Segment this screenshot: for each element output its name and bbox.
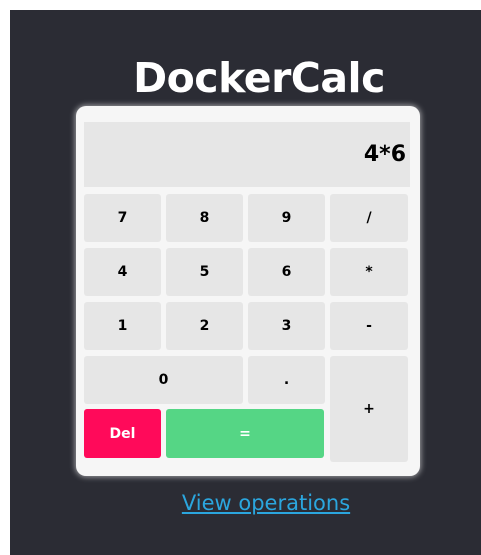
equals-button[interactable]: = xyxy=(166,409,324,458)
key-add[interactable]: + xyxy=(330,356,408,462)
calculator-display: 4*6 xyxy=(84,122,410,187)
key-2[interactable]: 2 xyxy=(166,302,243,350)
app-title: DockerCalc xyxy=(133,54,385,102)
key-8[interactable]: 8 xyxy=(166,194,243,242)
key-subtract[interactable]: - xyxy=(330,302,408,350)
key-multiply[interactable]: * xyxy=(330,248,408,296)
delete-button[interactable]: Del xyxy=(84,409,161,458)
key-decimal[interactable]: . xyxy=(248,356,325,404)
key-4[interactable]: 4 xyxy=(84,248,161,296)
app-window: DockerCalc 4*6 7 8 9 / 4 5 6 * 1 2 3 - 0… xyxy=(10,10,481,555)
key-3[interactable]: 3 xyxy=(248,302,325,350)
calculator-panel: 4*6 7 8 9 / 4 5 6 * 1 2 3 - 0 . + Del = xyxy=(76,106,420,476)
key-9[interactable]: 9 xyxy=(248,194,325,242)
key-divide[interactable]: / xyxy=(330,194,408,242)
key-5[interactable]: 5 xyxy=(166,248,243,296)
key-0[interactable]: 0 xyxy=(84,356,243,404)
key-6[interactable]: 6 xyxy=(248,248,325,296)
key-1[interactable]: 1 xyxy=(84,302,161,350)
key-7[interactable]: 7 xyxy=(84,194,161,242)
view-operations-link[interactable]: View operations xyxy=(10,491,481,516)
